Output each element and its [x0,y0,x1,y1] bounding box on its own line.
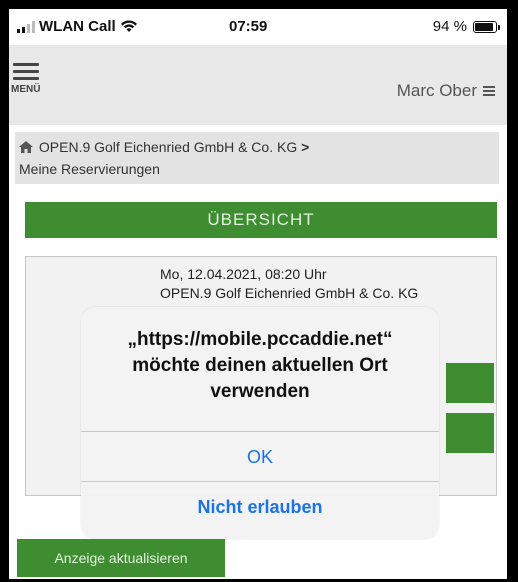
app-screen: WLAN Call 07:59 94 % MENÜ Marc Ober OPEN… [9,9,507,582]
ok-button[interactable]: OK [81,431,439,481]
deny-button[interactable]: Nicht erlauben [81,481,439,531]
dialog-title: „https://mobile.pccaddie.net“ möchte dei… [127,329,393,402]
location-permission-dialog: „https://mobile.pccaddie.net“ möchte dei… [81,307,439,539]
